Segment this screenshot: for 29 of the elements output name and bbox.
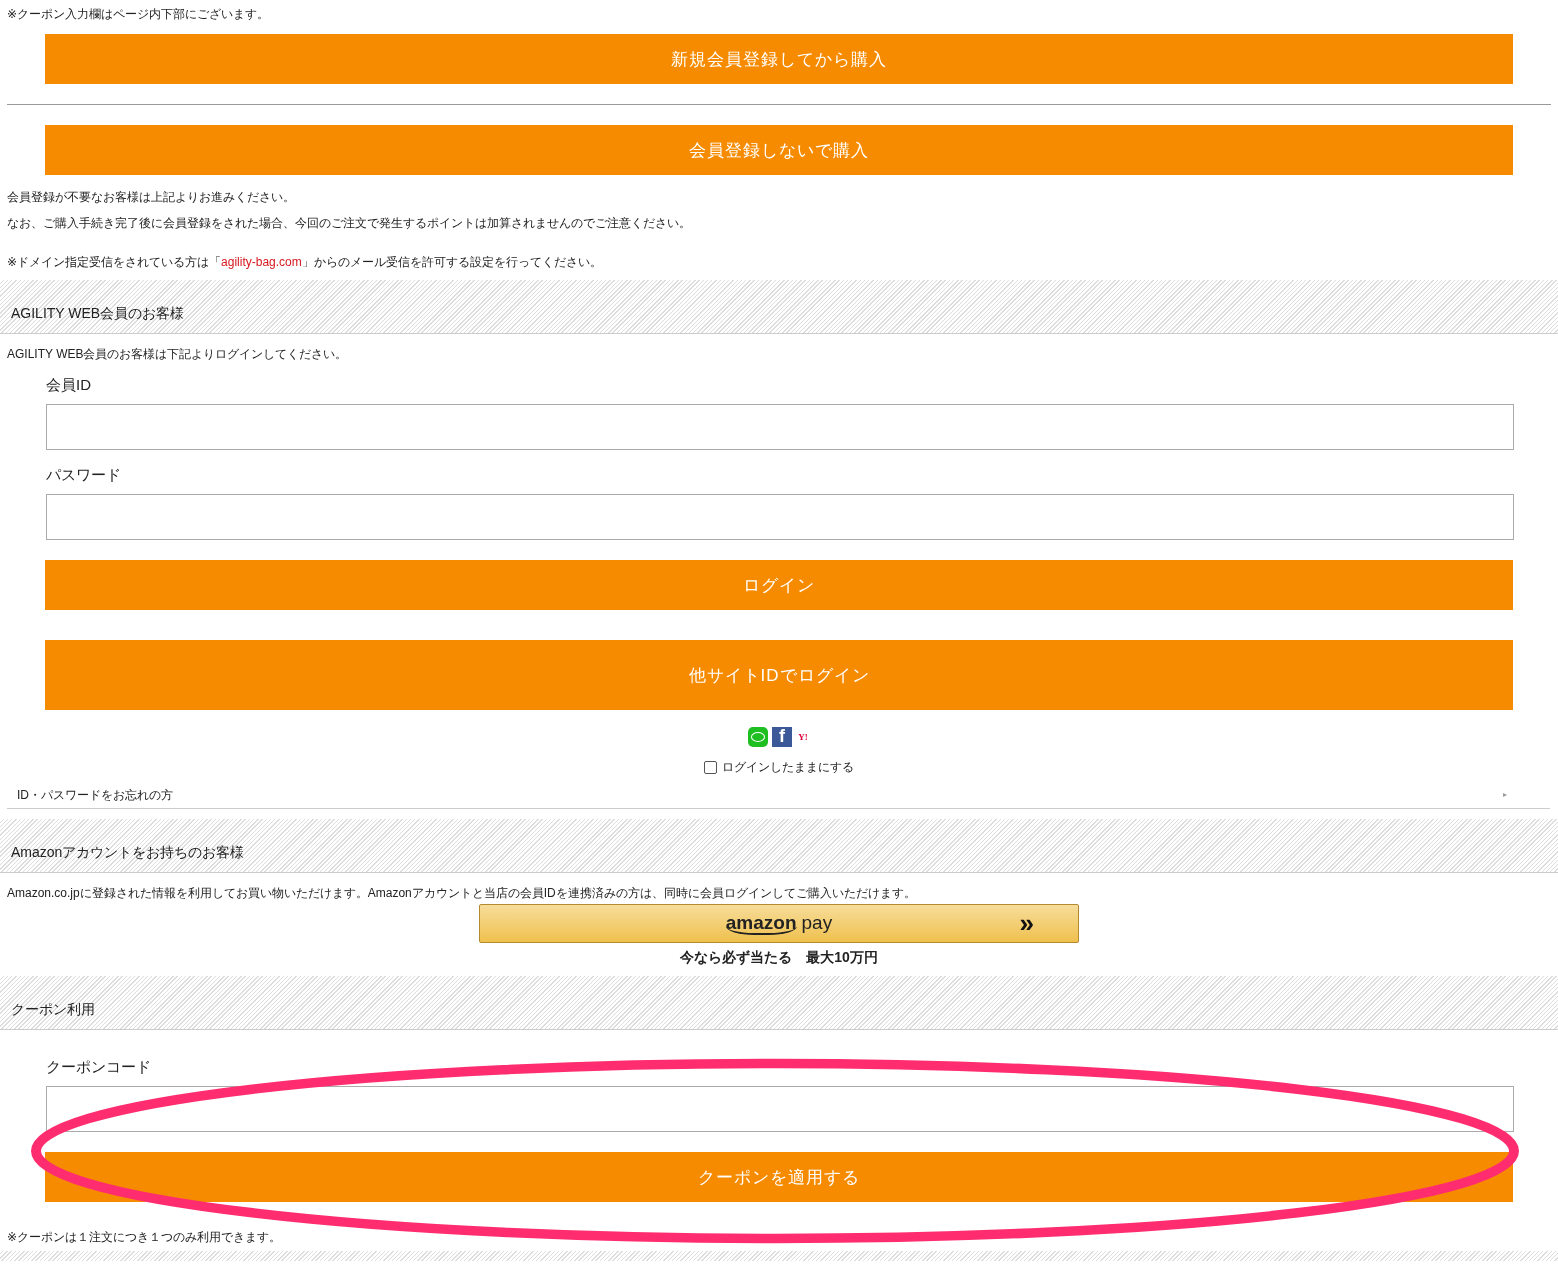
intro-text: AGILITY WEB会員のお客様は下記よりログインしてください。 [6,346,349,362]
field-label: クーポンコード [46,1057,152,1077]
notice-text: ※ドメイン指定受信をされている方は「agility-bag.com」からのメール受信を許可する設定を行ってください。 [6,254,603,270]
section-title: クーポン利用 [11,1001,95,1019]
notice-text: ※クーポンは１注文につき１つのみ利用できます。 [6,1229,283,1245]
field-label: 会員ID [46,375,92,395]
checkbox[interactable] [704,761,717,774]
forgot-link[interactable]: ID・パスワードをお忘れの方 [17,788,173,802]
notice-text: 会員登録が不要なお客様は上記よりお進みください。 [6,189,296,205]
arrow-icon: ▸ [1503,788,1507,802]
amazon-pay-button[interactable]: amazon pay » [479,904,1079,943]
field-label: パスワード [46,465,122,485]
section-title: AGILITY WEB会員のお客様 [11,305,185,323]
input-field[interactable] [46,494,1514,540]
section-title: Amazonアカウントをお持ちのお客様 [11,844,245,862]
input-field[interactable] [46,1086,1514,1132]
checkbox-label[interactable]: ログインしたままにする [722,759,854,776]
domain-link[interactable]: agility-bag.com [221,255,302,269]
y-letter-icon[interactable]: Y! [796,727,810,747]
notice-text: なお、ご購入手続き完了後に会員登録をされた場合、今回のご注文で発生するポイントは加算されませんのでご注意ください。 [6,215,692,231]
double-chevron-icon: » [1019,909,1034,937]
notice-text: ※クーポン入力欄はページ内下部にございます。 [6,6,271,23]
f-letter-icon[interactable]: f [772,727,792,747]
pay-word: pay [801,912,833,934]
speech-bubble-icon[interactable] [748,727,768,747]
promo-text: 今なら必ず当たる 最大10万円 [679,948,879,966]
intro-text: Amazon.co.jpに登録された情報を利用してお買い物いただけます。Amazonアカウントと当店の会員IDを連携済みの方は、同時に会員ログインしてご購入いただけます。 [6,885,917,901]
input-field[interactable] [46,404,1514,450]
brand-word: amazon [725,913,797,935]
